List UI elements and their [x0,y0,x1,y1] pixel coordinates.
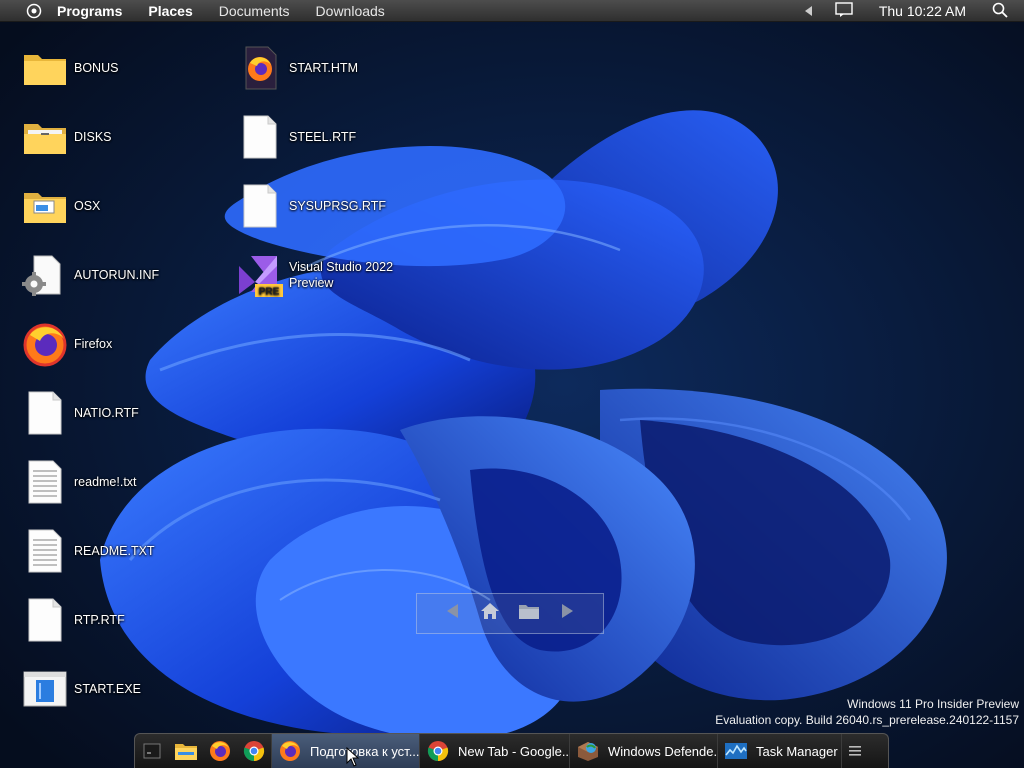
desktop-icon-label: readme!.txt [74,475,137,489]
desktop-icon-label: Firefox [74,337,113,351]
desktop-icon-label: DISKS [74,130,112,144]
terminal-icon[interactable] [135,734,169,768]
firefox-icon [22,321,68,367]
home-icon[interactable] [480,602,500,625]
settings-file-icon [22,252,68,298]
file-navigation-widget [416,593,604,634]
main-menu-icon[interactable] [25,2,43,20]
chrome-icon[interactable] [237,734,271,768]
desktop-icon-sysuprsg[interactable]: SYSUPRSG.RTF [237,183,386,229]
desktop-icon-label: STEEL.RTF [289,130,357,144]
taskbar: Подготовка к уст... New Tab - Google... … [134,733,889,768]
desktop-icon-firefox[interactable]: Firefox [22,321,112,367]
mouse-cursor-icon [346,747,360,767]
desktop-icon-label: START.HTM [289,61,358,75]
taskbar-task-label: Task Manager [756,743,838,759]
taskbar-task-defender[interactable]: Windows Defende... [569,734,717,768]
desktop-icon-label: BONUS [74,61,119,75]
windows-watermark: Windows 11 Pro Insider Preview Evaluatio… [715,696,1019,728]
menu-documents[interactable]: Documents [219,3,290,19]
desktop-icon-start-exe[interactable]: START.EXE [22,666,141,712]
desktop-icon-osx[interactable]: OSX [22,183,100,229]
desktop-icon-label: SYSUPRSG.RTF [289,199,387,213]
top-menu-bar: Programs Places Documents Downloads Thu … [0,0,1024,22]
desktop-icon-natio[interactable]: NATIO.RTF [22,390,139,436]
desktop-icon-label: Visual Studio 2022 Preview [289,260,394,290]
exe-window-icon [22,666,68,712]
taskbar-task-label: New Tab - Google... [458,743,569,759]
document-icon [22,390,68,436]
desktop-wallpaper [0,0,1024,768]
desktop-icon-label: OSX [74,199,101,213]
desktop-icon-rtp[interactable]: RTP.RTF [22,597,125,643]
desktop-icon-bonus[interactable]: BONUS [22,45,118,91]
taskbar-menu-icon[interactable] [841,734,867,768]
desktop-icon-readme[interactable]: README.TXT [22,528,155,574]
firefox-icon[interactable] [203,734,237,768]
desktop-icon-label: README.TXT [74,544,155,558]
desktop-icon-label: RTP.RTF [74,613,125,627]
folder-icon [22,45,68,91]
menu-programs[interactable]: Programs [57,3,122,19]
watermark-edition: Windows 11 Pro Insider Preview [847,697,1019,711]
forward-arrow-icon[interactable] [558,602,576,625]
desktop-icon-readme-excl[interactable]: readme!.txt [22,459,137,505]
desktop-icon-start-htm[interactable]: START.HTM [237,45,358,91]
clock[interactable]: Thu 10:22 AM [879,3,966,19]
task-manager-icon [724,739,748,763]
taskbar-task-firefox[interactable]: Подготовка к уст... [271,734,419,768]
firefox-icon [278,739,302,763]
desktop-icon-autorun[interactable]: AUTORUN.INF [22,252,159,298]
taskbar-task-label: Windows Defende... [608,743,717,759]
taskbar-task-chrome[interactable]: New Tab - Google... [419,734,569,768]
windows-defender-icon [576,739,600,763]
visual-studio-preview-icon: PRE [237,252,283,298]
firefox-html-icon [237,45,283,91]
folder-disks-icon [22,114,68,160]
file-explorer-icon[interactable] [169,734,203,768]
desktop-icon-disks[interactable]: DISKS [22,114,112,160]
document-icon [237,183,283,229]
text-file-icon [22,459,68,505]
menu-downloads[interactable]: Downloads [316,3,385,19]
menu-places[interactable]: Places [148,3,192,19]
desktop-icon-steel[interactable]: STEEL.RTF [237,114,356,160]
watermark-build: Evaluation copy. Build 26040.rs_prerelea… [715,713,1019,727]
taskbar-task-label: Подготовка к уст... [310,743,419,759]
desktop-icon-label: NATIO.RTF [74,406,139,420]
folder-osx-icon [22,183,68,229]
desktop-icon-visual-studio[interactable]: PRE Visual Studio 2022 Preview [237,252,399,298]
document-icon [22,597,68,643]
folder-icon[interactable] [518,602,540,625]
desktop-icon-label: START.EXE [74,682,141,696]
desktop-icon-label: AUTORUN.INF [74,268,160,282]
taskbar-task-task-manager[interactable]: Task Manager [717,734,841,768]
back-arrow-icon[interactable] [444,602,462,625]
text-file-icon [22,528,68,574]
notification-icon[interactable] [835,1,853,21]
collapse-left-icon[interactable] [804,3,813,19]
svg-text:PRE: PRE [259,287,280,298]
chrome-icon [426,739,450,763]
document-icon [237,114,283,160]
search-icon[interactable] [992,2,1008,21]
